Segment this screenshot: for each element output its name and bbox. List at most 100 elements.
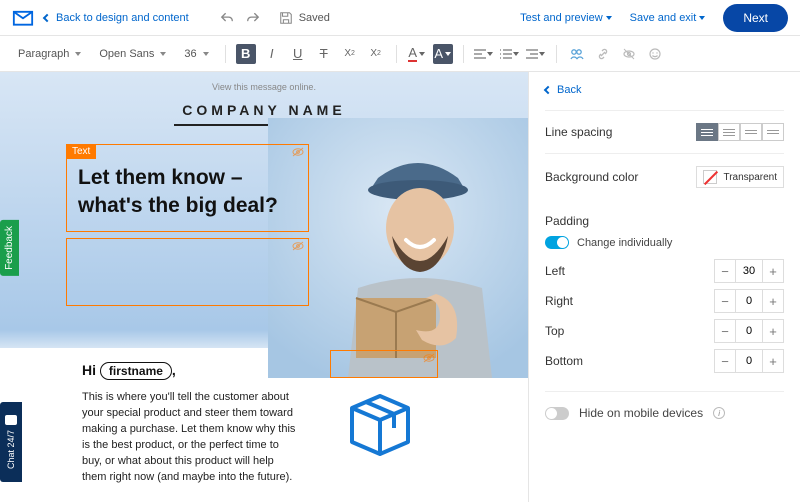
saved-status: Saved: [279, 11, 330, 25]
save-exit-menu[interactable]: Save and exit: [630, 12, 706, 24]
caret-down-icon: [487, 52, 493, 56]
visibility-icon: [423, 353, 435, 363]
unlink-button[interactable]: [619, 44, 639, 64]
caret-down-icon: [606, 16, 612, 20]
caret-down-icon: [160, 52, 166, 56]
merge-tag-button[interactable]: [567, 44, 587, 64]
panel-back-link[interactable]: Back: [545, 84, 784, 96]
bold-button[interactable]: B: [236, 44, 256, 64]
subscript-button[interactable]: X2: [340, 44, 360, 64]
link-button[interactable]: [593, 44, 613, 64]
next-button[interactable]: Next: [723, 4, 788, 32]
headline-line1: Let them know –: [78, 166, 243, 189]
caret-down-icon: [699, 16, 705, 20]
padding-top-stepper[interactable]: − +: [714, 319, 784, 343]
caret-down-icon: [539, 52, 545, 56]
increment-button[interactable]: +: [763, 260, 783, 282]
decrement-button[interactable]: −: [715, 320, 735, 342]
padding-top-input[interactable]: [735, 320, 763, 342]
padding-section-label: Padding: [545, 214, 784, 228]
chevron-left-icon: [43, 13, 51, 21]
padding-top-label: Top: [545, 324, 564, 338]
image-block-selection[interactable]: [330, 350, 438, 378]
padding-right-input[interactable]: [735, 290, 763, 312]
padding-left-label: Left: [545, 264, 565, 278]
text-block-selection-lower[interactable]: [66, 238, 309, 306]
line-spacing-label: Line spacing: [545, 125, 612, 139]
highlight-color-button[interactable]: A: [433, 44, 453, 64]
package-icon: [340, 384, 440, 467]
font-label: Open Sans: [99, 48, 154, 60]
test-preview-menu[interactable]: Test and preview: [520, 12, 612, 24]
decrement-button[interactable]: −: [715, 290, 735, 312]
line-spacing-opt-4[interactable]: [762, 123, 784, 141]
feedback-tab[interactable]: Feedback: [0, 220, 19, 276]
padding-bottom-input[interactable]: [735, 350, 763, 372]
paragraph-style-select[interactable]: Paragraph: [12, 44, 87, 64]
transparent-swatch-icon: [703, 170, 717, 184]
align-left-button[interactable]: [474, 44, 494, 64]
style-label: Paragraph: [18, 48, 69, 60]
bg-color-picker[interactable]: Transparent: [696, 166, 784, 188]
redo-button[interactable]: [245, 10, 261, 26]
test-preview-label: Test and preview: [520, 12, 603, 24]
headline-text[interactable]: Let them know – what's the big deal?: [78, 164, 278, 221]
padding-left-stepper[interactable]: − +: [714, 259, 784, 283]
hide-mobile-toggle[interactable]: [545, 407, 569, 420]
chat-label: Chat 24/7: [6, 429, 16, 468]
visibility-icon: [292, 147, 304, 157]
caret-down-icon: [203, 52, 209, 56]
decrement-button[interactable]: −: [715, 350, 735, 372]
indent-button[interactable]: [526, 44, 546, 64]
chevron-left-icon: [544, 86, 552, 94]
increment-button[interactable]: +: [763, 350, 783, 372]
info-icon[interactable]: i: [713, 407, 725, 419]
back-to-design-link[interactable]: Back to design and content: [44, 12, 189, 24]
merge-token-firstname[interactable]: firstname: [100, 362, 172, 380]
caret-down-icon: [419, 52, 425, 56]
caret-down-icon: [513, 52, 519, 56]
bg-swatch-label: Transparent: [723, 172, 777, 183]
strikethrough-button[interactable]: T: [314, 44, 334, 64]
back-label: Back to design and content: [56, 12, 189, 24]
bg-color-label: Background color: [545, 170, 638, 184]
body-paragraph[interactable]: This is where you'll tell the customer a…: [82, 390, 300, 486]
padding-right-stepper[interactable]: − +: [714, 289, 784, 313]
headline-line2: what's the big deal?: [78, 194, 278, 217]
view-online-link[interactable]: View this message online.: [0, 72, 528, 98]
change-individually-label: Change individually: [577, 237, 672, 249]
caret-down-icon: [445, 52, 451, 56]
superscript-button[interactable]: X2: [366, 44, 386, 64]
caret-down-icon: [75, 52, 81, 56]
change-individually-toggle[interactable]: [545, 236, 569, 249]
padding-left-input[interactable]: [735, 260, 763, 282]
panel-back-label: Back: [557, 84, 581, 96]
padding-bottom-stepper[interactable]: − +: [714, 349, 784, 373]
line-spacing-opt-1[interactable]: [696, 123, 718, 141]
padding-right-label: Right: [545, 294, 573, 308]
emoji-button[interactable]: [645, 44, 665, 64]
padding-bottom-label: Bottom: [545, 354, 583, 368]
font-family-select[interactable]: Open Sans: [93, 44, 172, 64]
increment-button[interactable]: +: [763, 320, 783, 342]
text-color-button[interactable]: A: [407, 44, 427, 64]
save-icon: [279, 11, 293, 25]
size-label: 36: [184, 48, 196, 60]
greeting-tail: ,: [172, 362, 176, 378]
hide-mobile-label: Hide on mobile devices: [579, 406, 703, 420]
greeting-hi: Hi: [82, 362, 96, 378]
decrement-button[interactable]: −: [715, 260, 735, 282]
saved-label: Saved: [299, 12, 330, 24]
visibility-icon: [292, 241, 304, 251]
chat-tab[interactable]: Chat 24/7: [0, 402, 22, 482]
app-logo: [12, 10, 34, 26]
font-size-select[interactable]: 36: [178, 44, 214, 64]
line-spacing-opt-3[interactable]: [740, 123, 762, 141]
list-button[interactable]: [500, 44, 520, 64]
save-exit-label: Save and exit: [630, 12, 697, 24]
underline-button[interactable]: U: [288, 44, 308, 64]
undo-button[interactable]: [219, 10, 235, 26]
italic-button[interactable]: I: [262, 44, 282, 64]
increment-button[interactable]: +: [763, 290, 783, 312]
line-spacing-opt-2[interactable]: [718, 123, 740, 141]
